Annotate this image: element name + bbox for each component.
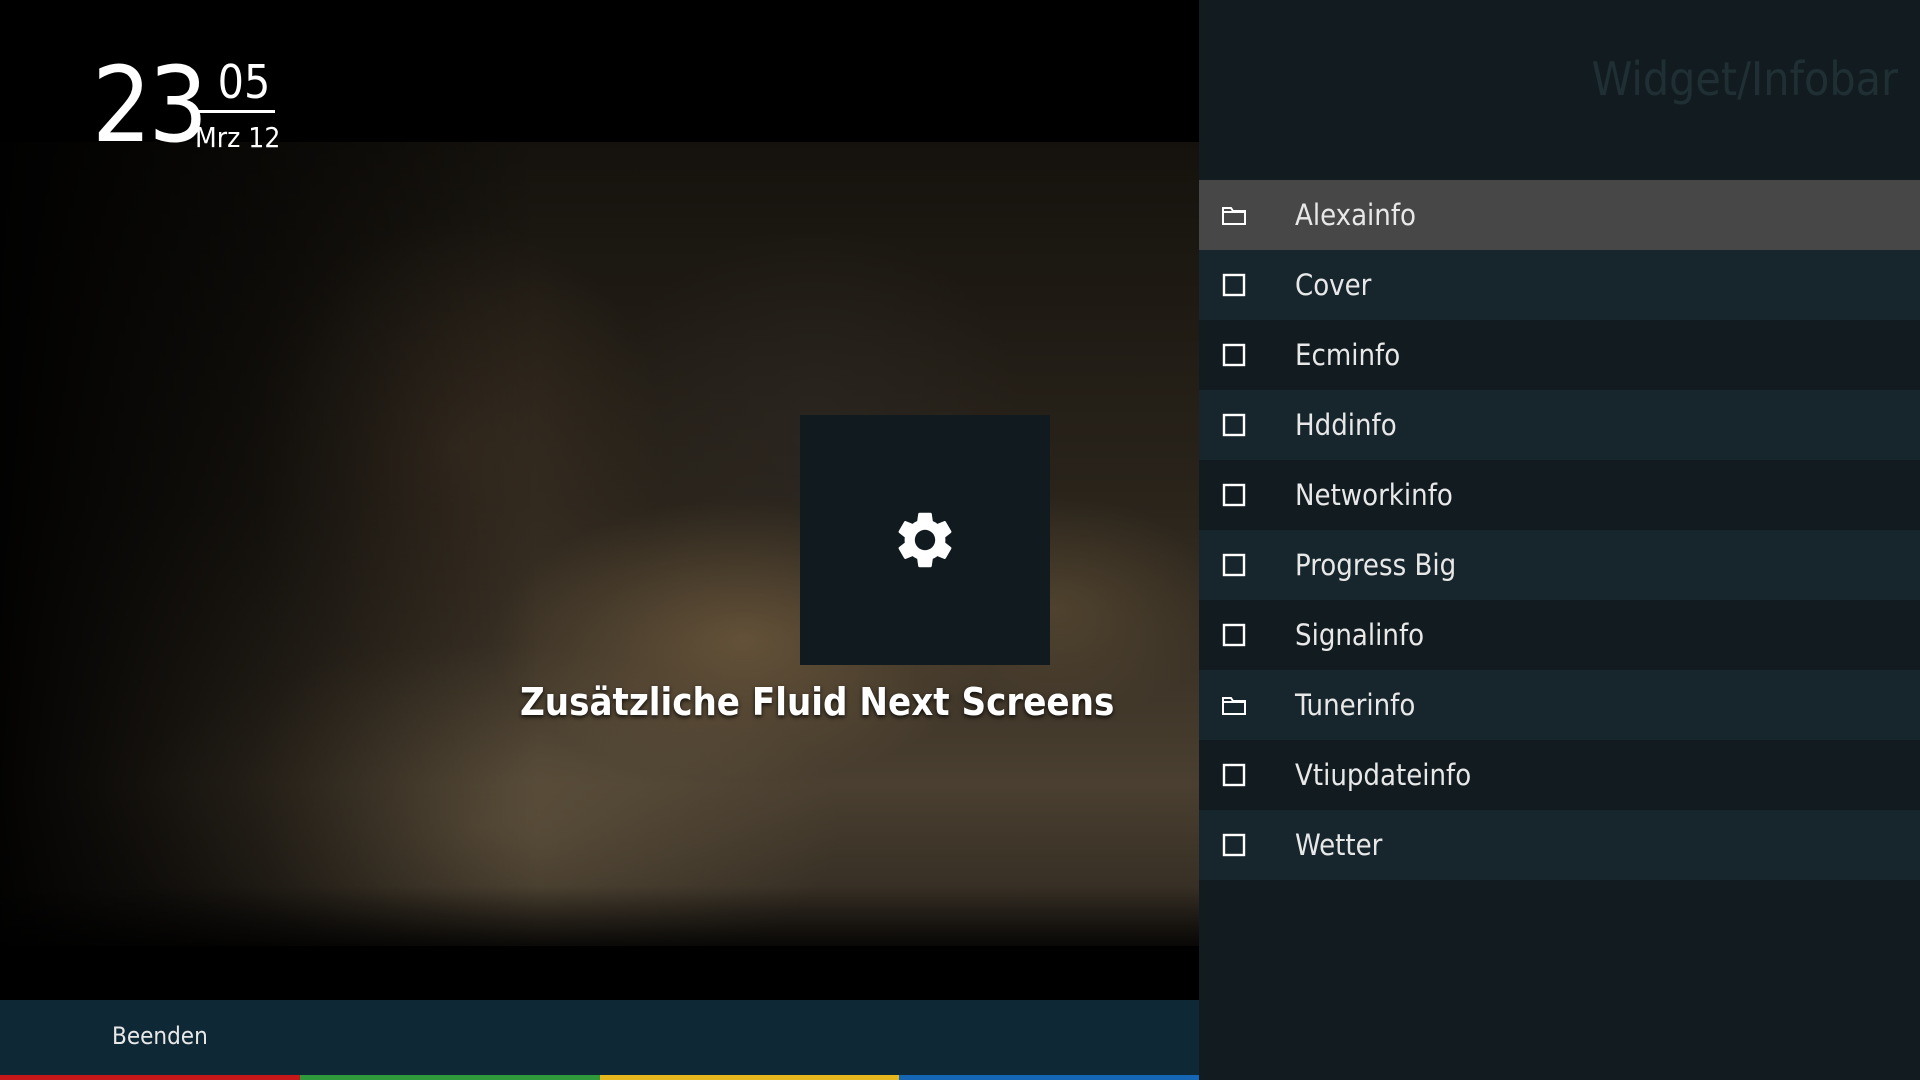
list-item[interactable]: Progress Big — [1199, 530, 1920, 600]
folder-icon — [1221, 692, 1247, 718]
list-item-label: Ecminfo — [1295, 338, 1401, 372]
list-item[interactable]: Signalinfo — [1199, 600, 1920, 670]
checkbox-icon — [1221, 412, 1247, 438]
list-item[interactable]: Alexainfo — [1199, 180, 1920, 250]
exit-button[interactable]: Beenden — [112, 1022, 208, 1050]
panel-title: Widget/Infobar — [1591, 52, 1898, 106]
list-item-label: Vtiupdateinfo — [1295, 758, 1472, 792]
list-item-label: Hddinfo — [1295, 408, 1397, 442]
widget-panel: Widget/Infobar Alexainfo Cover Ecminfo Hddi… — [1199, 0, 1920, 1080]
list-item[interactable]: Tunerinfo — [1199, 670, 1920, 740]
list-item-label: Wetter — [1295, 828, 1383, 862]
list-item[interactable]: Ecminfo — [1199, 320, 1920, 390]
screen-caption: Zusätzliche Fluid Next Screens — [520, 680, 1115, 724]
list-item-label: Alexainfo — [1295, 198, 1416, 232]
blue-key[interactable] — [899, 1075, 1199, 1080]
clock-minute: 05 — [217, 55, 271, 109]
footer-bar: Beenden — [0, 1000, 1199, 1075]
list-item[interactable]: Vtiupdateinfo — [1199, 740, 1920, 810]
list-item[interactable]: Cover — [1199, 250, 1920, 320]
settings-tile[interactable] — [800, 415, 1050, 665]
clock-hour: 23 — [92, 44, 208, 166]
checkbox-icon — [1221, 272, 1247, 298]
checkbox-icon — [1221, 552, 1247, 578]
list-item-label: Cover — [1295, 268, 1372, 302]
list-item[interactable]: Networkinfo — [1199, 460, 1920, 530]
list-item-label: Networkinfo — [1295, 478, 1453, 512]
folder-icon — [1221, 202, 1247, 228]
list-item-label: Signalinfo — [1295, 618, 1425, 652]
clock-date: Mrz 12 — [195, 121, 281, 154]
checkbox-icon — [1221, 342, 1247, 368]
green-key[interactable] — [299, 1075, 600, 1080]
list-item-label: Progress Big — [1295, 548, 1457, 582]
list-item[interactable]: Wetter — [1199, 810, 1920, 880]
checkbox-icon — [1221, 832, 1247, 858]
gear-icon — [898, 512, 952, 568]
checkbox-icon — [1221, 622, 1247, 648]
widget-list[interactable]: Alexainfo Cover Ecminfo Hddinfo Networkinfo P… — [1199, 180, 1920, 880]
list-item[interactable]: Hddinfo — [1199, 390, 1920, 460]
list-item-label: Tunerinfo — [1295, 688, 1416, 722]
checkbox-icon — [1221, 482, 1247, 508]
yellow-key[interactable] — [599, 1075, 900, 1080]
color-key-bar — [0, 1075, 1199, 1080]
checkbox-icon — [1221, 762, 1247, 788]
clock-divider — [191, 110, 275, 113]
red-key[interactable] — [0, 1075, 300, 1080]
